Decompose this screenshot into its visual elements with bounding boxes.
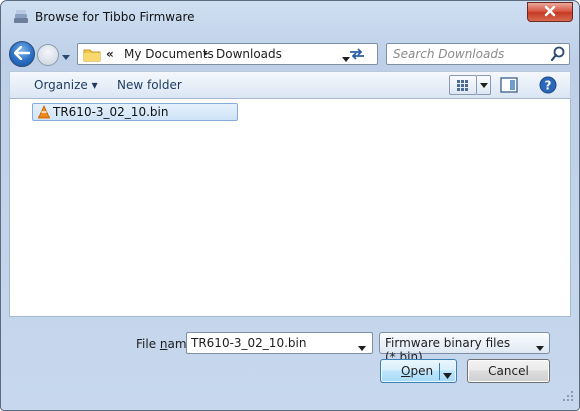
file-name-combobox[interactable]: TR610-3_02_10.bin <box>186 332 373 354</box>
preview-pane-icon[interactable] <box>500 77 518 96</box>
vlc-cone-icon <box>37 105 51 122</box>
list-item[interactable]: TR610-3_02_10.bin <box>32 103 238 121</box>
search-input[interactable]: Search Downloads <box>386 43 570 65</box>
forward-button[interactable] <box>37 44 59 66</box>
split-divider <box>439 363 440 380</box>
file-name: TR610-3_02_10.bin <box>53 105 169 119</box>
command-bar: Organize ▾ New folder ? <box>9 71 571 99</box>
address-bar[interactable]: « My Documents ▸ Downloads <box>77 43 378 65</box>
search-icon[interactable] <box>550 46 565 64</box>
chevron-down-icon <box>536 341 544 355</box>
refresh-icon[interactable] <box>349 47 365 65</box>
cancel-button-label: Cancel <box>488 364 529 378</box>
breadcrumb-my-documents[interactable]: My Documents <box>124 47 214 61</box>
close-icon <box>543 5 557 20</box>
open-button-label: Open <box>401 364 434 378</box>
back-button[interactable] <box>9 41 35 67</box>
change-view-button[interactable] <box>449 75 477 95</box>
breadcrumb-downloads[interactable]: Downloads <box>216 47 282 61</box>
cancel-button[interactable]: Cancel <box>467 359 550 383</box>
organize-menu[interactable]: Organize ▾ <box>34 78 98 92</box>
crumb-overflow[interactable]: « <box>106 47 114 61</box>
close-button[interactable] <box>527 2 573 22</box>
breadcrumb-separator[interactable]: ▸ <box>204 49 209 59</box>
chevron-down-icon <box>480 83 488 88</box>
title-bar[interactable]: Browse for Tibbo Firmware <box>1 1 579 31</box>
tibbo-app-icon <box>13 9 29 25</box>
recent-locations-icon[interactable] <box>61 51 71 65</box>
resize-grip-icon[interactable] <box>563 390 573 404</box>
folder-icon <box>83 47 101 65</box>
chevron-down-icon[interactable] <box>358 341 366 355</box>
svg-text:?: ? <box>545 79 552 93</box>
navigation-bar: « My Documents ▸ Downloads Search Downlo… <box>1 39 579 69</box>
search-placeholder: Search Downloads <box>393 47 505 61</box>
file-type-select[interactable]: Firmware binary files (*.bin) <box>379 332 550 364</box>
open-options-dropdown[interactable] <box>443 369 452 383</box>
dialog-window: Browse for Tibbo Firmware « My Documents… <box>0 0 580 411</box>
help-icon[interactable]: ? <box>539 76 557 97</box>
open-button[interactable]: Open <box>380 359 457 383</box>
view-grid-icon <box>457 80 468 91</box>
file-name-value[interactable]: TR610-3_02_10.bin <box>191 336 306 350</box>
back-arrow-icon <box>13 45 31 63</box>
window-title: Browse for Tibbo Firmware <box>35 10 195 24</box>
file-list[interactable]: TR610-3_02_10.bin <box>9 99 571 317</box>
view-options-dropdown[interactable] <box>477 75 491 95</box>
new-folder-button[interactable]: New folder <box>117 78 182 92</box>
